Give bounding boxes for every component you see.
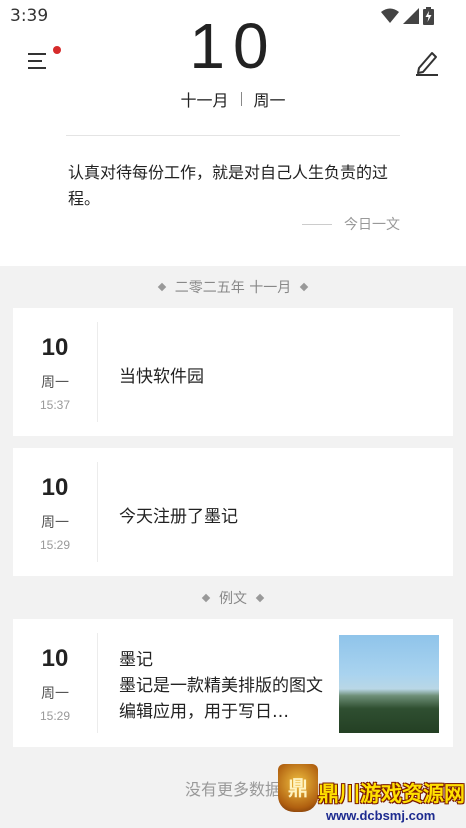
watermark-url: www.dcbsmj.com (326, 808, 436, 823)
entry-title: 当快软件园 (119, 367, 204, 387)
diamond-icon (157, 282, 167, 292)
entry-time: 15:29 (39, 709, 71, 723)
daily-quote-source: 今日一文 (302, 214, 400, 234)
entry-excerpt: 墨记是一款精美排版的图文编辑应用，用于写日… (119, 676, 323, 722)
daily-quote-source-label: 今日一文 (344, 217, 400, 233)
entry-weekday: 周一 (41, 686, 69, 702)
diamond-icon (299, 282, 309, 292)
entry-thumbnail-image (339, 635, 439, 733)
header-panel: 3:39 10 十一月 周一 认真对待每份工作，就是对自己人生负责的过程。 今日… (0, 0, 466, 266)
entry-divider (97, 633, 98, 733)
entry-time: 15:37 (39, 398, 71, 412)
sub-date: 十一月 周一 (0, 88, 466, 110)
diamond-icon (255, 593, 265, 603)
entry-title: 墨记 (119, 650, 153, 670)
pencil-icon (416, 52, 438, 76)
entry-divider (97, 322, 98, 422)
entry-time: 15:29 (39, 538, 71, 552)
notification-dot (53, 46, 61, 54)
entry-weekday: 周一 (41, 375, 69, 391)
watermark-logo: 鼎 鼎川游戏资源网 www.dcbsmj.com (272, 760, 466, 828)
daily-quote-text: 认真对待每份工作，就是对自己人生负责的过程。 (68, 163, 389, 208)
watermark-badge: 鼎 (278, 764, 318, 812)
diamond-icon (201, 593, 211, 603)
section-title: 二零二五年 十一月 (174, 280, 292, 296)
divider (66, 135, 400, 136)
section-title: 例文 (219, 591, 247, 607)
date-separator (240, 92, 242, 106)
month-label: 十一月 (180, 91, 229, 110)
source-dash (302, 223, 332, 225)
diary-entry-card[interactable]: 10 周一 15:29 今天注册了墨记 (13, 448, 453, 576)
entry-day: 10 (41, 645, 69, 672)
entry-title: 今天注册了墨记 (119, 507, 238, 527)
entry-day: 10 (41, 474, 69, 501)
section-header: 例文 (0, 588, 466, 608)
edit-button[interactable] (414, 48, 440, 76)
diary-entry-card[interactable]: 10 周一 15:37 当快软件园 (13, 308, 453, 436)
entry-divider (97, 462, 98, 562)
weekday-label: 周一 (253, 91, 286, 110)
section-header: 二零二五年 十一月 (0, 277, 466, 297)
entry-content: 墨记 墨记是一款精美排版的图文编辑应用，用于写日… (119, 647, 327, 725)
diary-entry-card[interactable]: 10 周一 15:29 墨记 墨记是一款精美排版的图文编辑应用，用于写日… (13, 619, 453, 747)
entry-weekday: 周一 (41, 515, 69, 531)
big-day: 10 (189, 14, 277, 72)
watermark-title: 鼎川游戏资源网 (318, 782, 465, 806)
entry-day: 10 (41, 334, 69, 361)
